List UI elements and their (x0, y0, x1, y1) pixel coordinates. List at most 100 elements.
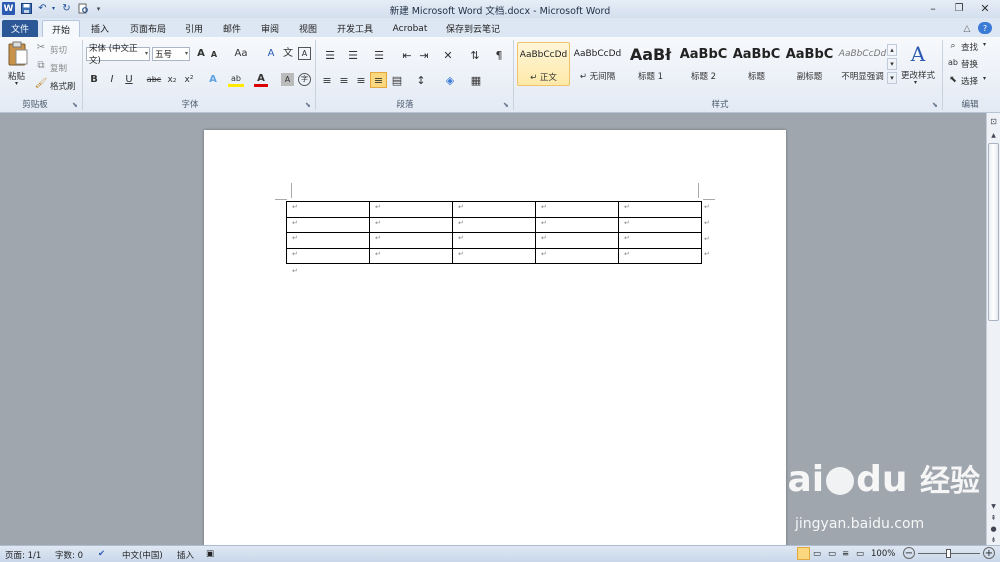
italic-icon[interactable]: I (106, 73, 118, 87)
show-marks-icon[interactable]: ¶ (493, 49, 505, 61)
web-layout-icon[interactable]: ▭ (828, 549, 836, 559)
paste-icon[interactable] (6, 40, 30, 68)
font-size-combo[interactable]: 五号 ▾ (152, 47, 190, 61)
subscript-icon[interactable]: x₂ (165, 73, 179, 87)
draft-view-icon[interactable]: ▭ (856, 549, 864, 559)
table-cell[interactable]: ↵ (452, 201, 536, 218)
tab-acrobat[interactable]: Acrobat (388, 20, 432, 37)
align-center-icon[interactable]: ≡ (337, 74, 351, 86)
shrink-font-icon[interactable]: A (209, 49, 219, 61)
table-cell[interactable]: ↵ (369, 201, 453, 218)
select-icon[interactable]: ⬉ (948, 75, 958, 85)
tab-view[interactable]: 视图 (294, 20, 322, 37)
language[interactable]: 中文(中国) (122, 549, 163, 561)
clipboard-launcher-icon[interactable]: ⬊ (72, 101, 78, 109)
justify-icon[interactable]: ≡ (370, 72, 387, 88)
print-layout-view-icon[interactable] (797, 547, 810, 560)
change-styles-icon[interactable]: A (906, 42, 930, 66)
character-border-icon[interactable]: A (298, 47, 311, 60)
align-right-icon[interactable]: ≡ (354, 74, 368, 86)
tab-references[interactable]: 引用 (180, 20, 208, 37)
table-cell[interactable]: ↵ (286, 232, 370, 249)
style-no-spacing[interactable]: AaBbCcDd ↵ 无间隔 (571, 42, 624, 86)
format-painter-label[interactable]: 格式刷 (50, 80, 76, 92)
help-icon[interactable]: ? (978, 22, 992, 34)
table-cell[interactable]: ↵ (618, 232, 702, 249)
cut-label[interactable]: 剪切 (50, 44, 67, 56)
scroll-down-icon[interactable]: ▼ (988, 501, 999, 511)
scrollbar-thumb[interactable] (988, 143, 999, 321)
tab-mailings[interactable]: 邮件 (218, 20, 246, 37)
minimize-ribbon-icon[interactable]: △ (960, 20, 974, 37)
tab-home[interactable]: 开始 (42, 20, 80, 37)
numbering-icon[interactable]: ☰ (345, 49, 361, 61)
table-cell[interactable]: ↵ (535, 232, 619, 249)
distributed-icon[interactable]: ▤ (390, 74, 404, 86)
chinese-layout-icon[interactable]: ✕ (440, 49, 456, 61)
table-cell[interactable]: ↵ (535, 216, 619, 233)
bullets-icon[interactable]: ☰ (322, 49, 338, 61)
table-cell[interactable]: ↵ (369, 216, 453, 233)
table-cell[interactable]: ↵ (618, 216, 702, 233)
font-launcher-icon[interactable]: ⬊ (305, 101, 311, 109)
proofing-icon[interactable]: ✔ (98, 549, 105, 559)
style-subtle-emphasis[interactable]: AaBbCcDd 不明显强调 (836, 42, 889, 86)
vertical-scrollbar[interactable]: ⊡ ▲ ▼ ⇞ ● ⇟ (986, 113, 1000, 545)
style-heading-1[interactable]: AaBł 标题 1 (624, 42, 677, 86)
clear-formatting-icon[interactable]: A (264, 47, 278, 61)
paste-dropdown-icon[interactable]: ▾ (15, 80, 18, 87)
find-label[interactable]: 查找 (961, 41, 978, 53)
outline-view-icon[interactable]: ≡ (842, 549, 849, 559)
styles-scroll-down-icon[interactable]: ▾ (887, 58, 897, 70)
zoom-slider-thumb[interactable] (946, 549, 951, 558)
font-name-combo[interactable]: 宋体 (中文正文) ▾ (86, 44, 150, 66)
document-table[interactable]: ↵ ↵ ↵ ↵ ↵ ↵ ↵ ↵ ↵ ↵ ↵ ↵ ↵ ↵ ↵ ↵ ↵ ↵ ↵ ↵ (286, 201, 702, 264)
next-page-icon[interactable]: ⇟ (988, 535, 999, 545)
table-cell[interactable]: ↵ (452, 216, 536, 233)
zoom-level[interactable]: 100% (871, 549, 895, 559)
table-cell[interactable]: ↵ (286, 247, 370, 264)
style-subtitle[interactable]: AaBbC 副标题 (783, 42, 836, 86)
table-cell[interactable]: ↵ (369, 232, 453, 249)
table-cell[interactable]: ↵ (618, 247, 702, 264)
style-heading-2[interactable]: AaBbC 标题 2 (677, 42, 730, 86)
table-cell[interactable]: ↵ (618, 201, 702, 218)
find-icon[interactable]: ⌕ (948, 41, 958, 51)
word-count[interactable]: 字数: 0 (55, 549, 83, 561)
tab-file[interactable]: 文件 (2, 20, 38, 37)
select-label[interactable]: 选择 (961, 75, 978, 87)
browse-object-icon[interactable]: ● (988, 524, 999, 534)
borders-icon[interactable]: ▦ (468, 74, 484, 86)
find-dropdown-icon[interactable]: ▾ (983, 41, 986, 48)
sort-icon[interactable]: ⇅ (468, 49, 482, 61)
superscript-icon[interactable]: x² (182, 73, 196, 87)
table-cell[interactable]: ↵ (452, 247, 536, 264)
change-styles-label[interactable]: 更改样式 (901, 69, 935, 81)
align-left-icon[interactable]: ≡ (320, 74, 334, 86)
tab-developer[interactable]: 开发工具 (332, 20, 378, 37)
zoom-in-button[interactable]: + (983, 547, 995, 559)
highlight-icon[interactable]: ab (228, 73, 244, 87)
increase-indent-icon[interactable]: ⇥ (417, 49, 431, 61)
ruler-toggle-icon[interactable]: ⊡ (988, 116, 999, 126)
copy-icon[interactable]: ⧉ (36, 61, 46, 71)
table-cell[interactable]: ↵ (535, 247, 619, 264)
tab-review[interactable]: 审阅 (256, 20, 284, 37)
table-cell[interactable]: ↵ (369, 247, 453, 264)
table-cell[interactable]: ↵ (452, 232, 536, 249)
bold-icon[interactable]: B (88, 73, 100, 87)
change-styles-dropdown-icon[interactable]: ▾ (914, 79, 917, 86)
line-spacing-icon[interactable]: ↕ (413, 74, 429, 86)
table-cell[interactable]: ↵ (286, 201, 370, 218)
close-button[interactable]: ✕ (972, 0, 998, 16)
previous-page-icon[interactable]: ⇞ (988, 513, 999, 523)
grow-font-icon[interactable]: A (195, 47, 207, 61)
table-cell[interactable]: ↵ (286, 216, 370, 233)
tab-cloud-note[interactable]: 保存到云笔记 (442, 20, 504, 37)
full-screen-reading-icon[interactable]: ▭ (813, 549, 821, 559)
maximize-button[interactable]: ❐ (946, 0, 972, 16)
strikethrough-icon[interactable]: abc (146, 73, 162, 87)
format-painter-icon[interactable]: 🖌 (35, 79, 48, 89)
style-title[interactable]: AaBbC 标题 (730, 42, 783, 86)
cut-icon[interactable]: ✂ (36, 43, 46, 53)
